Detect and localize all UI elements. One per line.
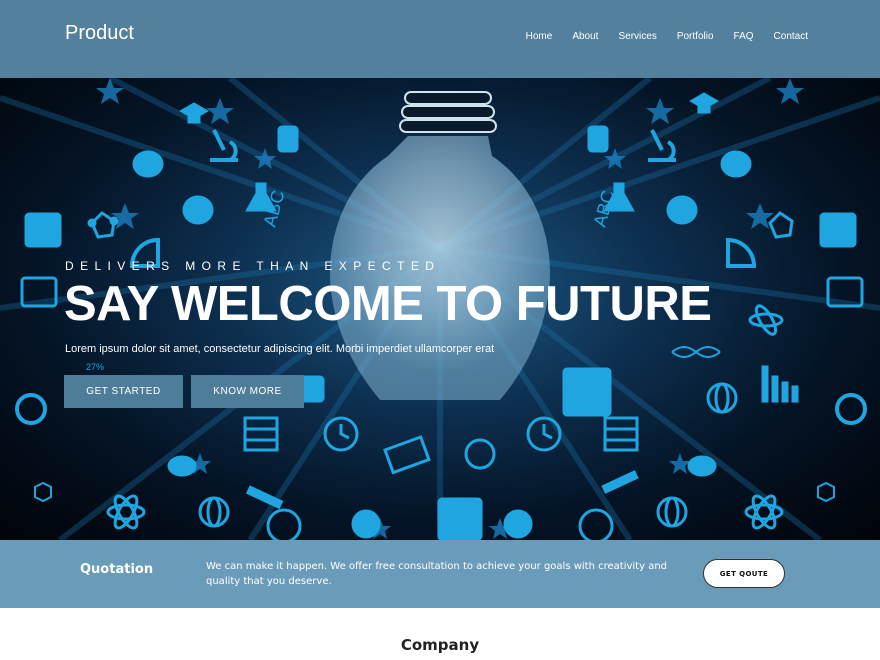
clock-icon [323,416,359,452]
globe-icon [656,496,688,528]
protractor-icon [726,237,757,268]
percent-label: 27% [86,362,104,372]
atom-icon [748,304,784,336]
palette-icon [132,150,164,178]
clock-icon [526,416,562,452]
scale-icon [835,393,867,425]
chemistry-icon [587,125,609,153]
hero-description: Lorem ipsum dolor sit amet, consectetur … [65,343,495,355]
molecule-icon [768,211,794,239]
hero-tagline: DELIVERS MORE THAN EXPECTED [65,259,441,273]
plant-icon [167,455,197,477]
graduation-cap-icon [178,102,210,124]
globe-stand-icon [464,438,496,470]
know-more-button[interactable]: KNOW MORE [191,375,304,408]
hero-title: SAY WELCOME TO FUTURE [64,277,712,331]
molecule-icon [87,211,119,239]
site-header: Product Home About Services Portfolio FA… [0,0,880,78]
music-icon [383,435,431,475]
company-heading: Company [400,636,480,654]
get-quote-button[interactable]: GET QOUTE [703,559,785,588]
calculator-icon [562,367,612,417]
hexagon-molecule-icon [34,481,52,503]
compass-icon [578,508,614,540]
bar-chart-icon [761,365,799,403]
nav-portfolio-link[interactable]: Portfolio [677,31,714,42]
dna-icon [671,346,721,358]
robot-icon [24,212,62,248]
nav-services-link[interactable]: Services [618,31,656,42]
hero-section: ABC ABC 27% DELIVERS MORE THAN EXPECTED … [0,78,880,540]
nav-faq-link[interactable]: FAQ [734,31,754,42]
abacus-icon [603,416,639,452]
calculator-icon [437,497,483,540]
plant-icon [687,455,717,477]
nav-about-link[interactable]: About [572,31,598,42]
hexagon-molecule-icon [817,481,835,503]
quotation-title: Quotation [80,562,154,577]
quotation-text: We can make it happen. We offer free con… [206,561,668,587]
abacus-icon [243,416,279,452]
globe-icon [198,496,230,528]
scale-icon [15,393,47,425]
nav-home-link[interactable]: Home [526,31,553,42]
quotation-bar: Quotation We can make it happen. We offe… [0,540,880,608]
ping-pong-icon [503,509,533,539]
globe-icon [706,382,738,414]
brain-icon [182,195,214,225]
brain-icon [666,195,698,225]
compass-icon [266,508,302,540]
nav-contact-link[interactable]: Contact [774,31,808,42]
robot-icon [819,212,857,248]
main-nav: Home About Services Portfolio FAQ Contac… [506,31,808,42]
get-started-button[interactable]: GET STARTED [64,375,183,408]
brand-logo[interactable]: Product [65,22,134,45]
chemistry-icon [277,125,299,153]
ping-pong-icon [351,509,381,539]
percent-icon: 27% [86,362,104,372]
pencil-icon [601,470,639,494]
palette-icon [720,150,752,178]
atom-icon [744,494,784,530]
